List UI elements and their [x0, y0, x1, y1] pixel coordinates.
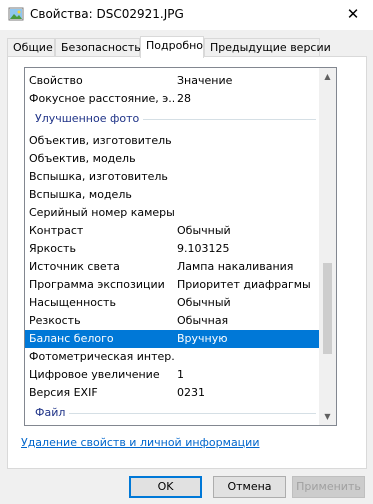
list-item[interactable]: Программа экспозиции Приоритет диафрагмы	[25, 276, 320, 294]
group-header-file: Файл	[25, 402, 320, 424]
title-bar: Свойства: DSC02921.JPG ✕	[0, 0, 373, 30]
list-item[interactable]: Вспышка, изготовитель	[25, 168, 320, 186]
tab-details[interactable]: Подробно	[140, 36, 204, 58]
list-item[interactable]: Версия EXIF 0231	[25, 384, 320, 402]
scrollbar-thumb[interactable]	[323, 263, 332, 354]
vertical-scrollbar[interactable]: ▲ ▼	[319, 68, 336, 425]
group-header-advanced-photo: Улучшенное фото	[25, 108, 320, 130]
list-item[interactable]: Резкость Обычная	[25, 312, 320, 330]
list-item[interactable]: Объектив, модель	[25, 150, 320, 168]
column-header-value[interactable]: Значение	[177, 74, 232, 87]
scroll-up-icon[interactable]: ▲	[319, 68, 336, 85]
list-item[interactable]: Контраст Обычный	[25, 222, 320, 240]
remove-properties-link[interactable]: Удаление свойств и личной информации	[21, 436, 259, 449]
list-item[interactable]: Насыщенность Обычный	[25, 294, 320, 312]
list-item[interactable]: Фокусное расстояние, э... 28	[25, 90, 320, 108]
apply-button[interactable]: Применить	[292, 476, 365, 498]
list-item[interactable]: Фотометрическая интер...	[25, 348, 320, 366]
tab-security[interactable]: Безопасность	[55, 38, 141, 57]
list-item[interactable]: Серийный номер камеры	[25, 204, 320, 222]
list-item[interactable]: Источник света Лампа накаливания	[25, 258, 320, 276]
window-title: Свойства: DSC02921.JPG	[30, 7, 184, 21]
close-button[interactable]: ✕	[333, 0, 373, 30]
column-header-property[interactable]: Свойство	[29, 74, 83, 87]
tab-general[interactable]: Общие	[7, 38, 55, 57]
ok-button[interactable]: OK	[129, 476, 202, 498]
property-list[interactable]: Свойство Значение Фокусное расстояние, э…	[24, 67, 337, 426]
list-item[interactable]: Вспышка, модель	[25, 186, 320, 204]
list-item[interactable]: Цифровое увеличение 1	[25, 366, 320, 384]
list-item[interactable]: Яркость 9.103125	[25, 240, 320, 258]
list-item[interactable]: Объектив, изготовитель	[25, 132, 320, 150]
cancel-button[interactable]: Отмена	[213, 476, 286, 498]
list-item-selected[interactable]: Баланс белого Вручную	[25, 330, 320, 348]
scroll-down-icon[interactable]: ▼	[319, 408, 336, 425]
tab-strip: Общие Безопасность Подробно Предыдущие в…	[7, 36, 367, 58]
tab-previous-versions[interactable]: Предыдущие версии	[204, 38, 331, 57]
image-file-icon	[8, 6, 24, 22]
